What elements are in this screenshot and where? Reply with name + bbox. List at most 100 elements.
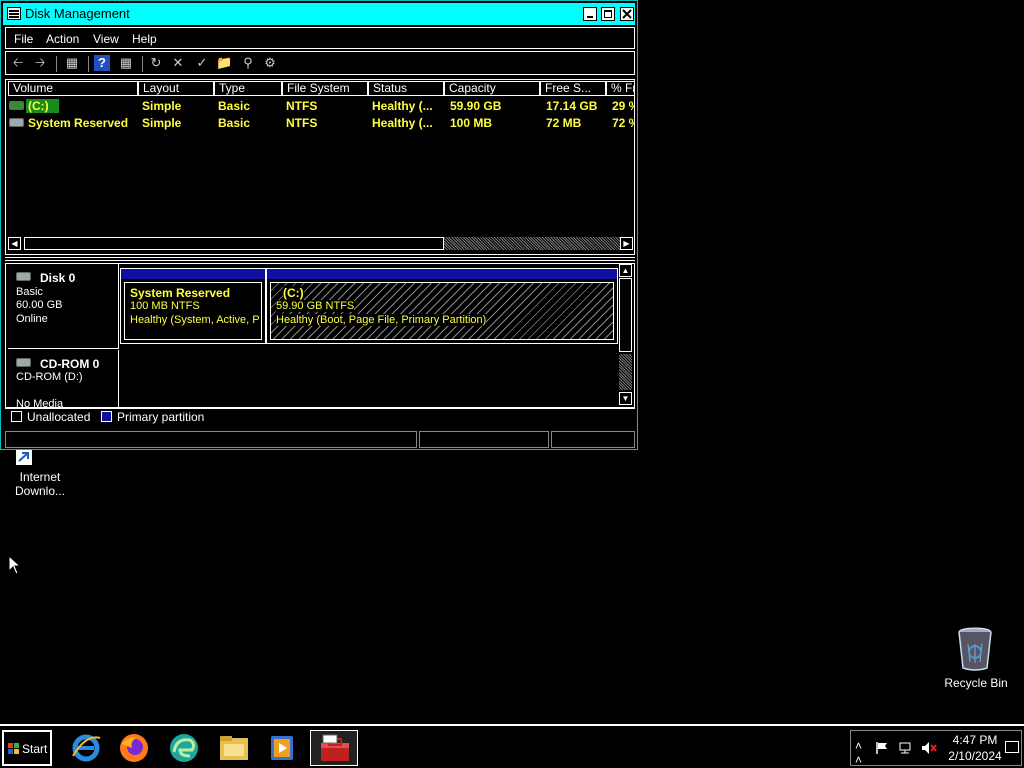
close-icon (622, 9, 632, 19)
horizontal-scrollbar[interactable]: ◀ ▶ (8, 237, 633, 252)
show-hidden-icons-icon[interactable]: ˄ ˄ (855, 739, 862, 767)
scrollbar-track[interactable] (444, 237, 620, 250)
disk-management-icon (321, 734, 349, 761)
partition-status: Healthy (System, Active, Pri (130, 314, 260, 326)
taskbar-app-edge[interactable] (162, 730, 206, 766)
scrollbar-track[interactable] (619, 354, 632, 390)
internet-explorer-icon (72, 734, 101, 762)
scroll-left-button[interactable]: ◀ (8, 237, 21, 250)
partition-type-bar (121, 269, 265, 279)
mouse-cursor-icon (8, 555, 22, 575)
show-desktop-icon[interactable] (1005, 741, 1019, 753)
minimize-button[interactable] (583, 7, 597, 21)
cell-percent-free: 72 % (612, 116, 634, 130)
taskbar-app-internet-explorer[interactable] (64, 730, 108, 766)
column-header-file-system[interactable]: File System (282, 81, 368, 96)
delete-icon[interactable]: ✕ (170, 55, 186, 71)
start-button[interactable]: Start (2, 730, 52, 766)
taskbar-app-file-explorer[interactable] (212, 730, 256, 766)
column-header-free-space[interactable]: Free S... (540, 81, 606, 96)
scroll-down-button[interactable]: ▼ (619, 392, 632, 405)
properties-icon[interactable]: ▦ (118, 55, 134, 71)
taskbar: Start ˄ ˄ 4:47 PM 2/10/2024 (0, 724, 1024, 768)
menu-help[interactable]: Help (132, 32, 157, 46)
toolbar-separator (88, 56, 89, 72)
desktop-icon-recycle-bin[interactable]: Recycle Bin (940, 626, 1012, 690)
system-tray: ˄ ˄ 4:47 PM 2/10/2024 (850, 730, 1022, 767)
vertical-scrollbar[interactable]: ▲ ▼ (618, 264, 633, 408)
desktop-icon-internet-download[interactable]: Internet Downlo... (12, 450, 68, 498)
cell-status: Healthy (... (372, 99, 433, 113)
cell-free-space: 17.14 GB (546, 99, 598, 113)
title-bar[interactable]: Disk Management (3, 3, 635, 25)
partition-type-bar (267, 269, 617, 279)
table-row[interactable]: (C:) Simple Basic NTFS Healthy (... 59.9… (6, 98, 634, 115)
disk-name: Disk 0 (40, 271, 76, 285)
maximize-button[interactable] (601, 7, 615, 21)
legend-primary-label: Primary partition (117, 410, 205, 424)
taskbar-app-media-player[interactable] (260, 730, 304, 766)
clock-time[interactable]: 4:47 PM (947, 733, 1003, 747)
column-header-layout[interactable]: Layout (138, 81, 214, 96)
partition-title: System Reserved (130, 286, 231, 300)
cell-percent-free: 29 % (612, 99, 634, 113)
pane-splitter[interactable] (5, 257, 635, 261)
network-icon[interactable] (897, 741, 913, 755)
disk-view: Disk 0 Basic 60.00 GB Online System Rese… (5, 263, 635, 409)
search-icon[interactable]: ⚲ (240, 55, 256, 71)
firefox-icon (120, 734, 148, 762)
refresh-icon[interactable]: ↻ (148, 55, 164, 71)
volume-muted-icon[interactable] (921, 741, 937, 755)
cdrom-0-label[interactable]: CD-ROM 0 CD-ROM (D:) No Media (8, 350, 119, 408)
media-player-icon (271, 736, 293, 760)
taskbar-app-firefox[interactable] (112, 730, 156, 766)
column-header-status[interactable]: Status (368, 81, 444, 96)
disk-state: Online (16, 313, 48, 325)
cell-status: Healthy (... (372, 116, 433, 130)
scrollbar-thumb[interactable] (619, 278, 632, 352)
column-header-capacity[interactable]: Capacity (444, 81, 540, 96)
show-hide-console-tree-icon[interactable]: ▦ (64, 55, 80, 71)
cell-type: Basic (218, 116, 251, 130)
close-button[interactable] (620, 7, 634, 21)
taskbar-app-disk-management-active[interactable] (310, 730, 358, 766)
menu-view[interactable]: View (93, 32, 119, 46)
cell-free-space: 72 MB (546, 116, 582, 130)
partition-status: Healthy (Boot, Page File, Primary Partit… (276, 314, 487, 326)
menu-file[interactable]: File (14, 32, 33, 46)
desktop-icon-label: Recycle Bin (944, 676, 1008, 690)
cell-layout: Simple (142, 99, 182, 113)
clock-date[interactable]: 2/10/2024 (943, 749, 1007, 763)
toolbar-separator (142, 56, 143, 72)
toolbar: 🡠 🡢 ▦ ? ▦ ↻ ✕ ✓ 📁 ⚲ ⚙ (5, 51, 635, 75)
open-folder-icon[interactable]: 📁 (216, 55, 232, 71)
scroll-right-button[interactable]: ▶ (620, 237, 633, 250)
action-center-flag-icon[interactable] (875, 741, 889, 755)
cell-layout: Simple (142, 116, 182, 130)
scroll-up-button[interactable]: ▲ (619, 264, 632, 277)
legend-unallocated-label: Unallocated (27, 410, 91, 424)
settings-icon[interactable]: ⚙ (262, 55, 278, 71)
cell-capacity: 59.90 GB (450, 99, 502, 113)
back-icon[interactable]: 🡠 (10, 55, 26, 71)
menu-action[interactable]: Action (46, 32, 79, 46)
table-row[interactable]: System Reserved Simple Basic NTFS Health… (6, 115, 634, 132)
column-header-volume[interactable]: Volume (8, 81, 138, 96)
volume-list: Volume Layout Type File System Status Ca… (5, 79, 635, 255)
disk-management-window: Disk Management File Action View Help 🡠 … (0, 0, 638, 450)
partition-system-reserved[interactable]: System Reserved 100 MB NTFS Healthy (Sys… (120, 268, 266, 344)
column-header-percent-free[interactable]: % Fr (606, 81, 634, 96)
check-icon[interactable]: ✓ (194, 55, 210, 71)
scrollbar-thumb[interactable] (24, 237, 444, 250)
menu-bar: File Action View Help (5, 27, 635, 49)
legend-unallocated-swatch (11, 411, 22, 422)
help-icon[interactable]: ? (94, 55, 110, 71)
drive-icon (9, 101, 24, 110)
column-header-type[interactable]: Type (214, 81, 282, 96)
partition-body: System Reserved 100 MB NTFS Healthy (Sys… (124, 282, 262, 340)
disk-0-label[interactable]: Disk 0 Basic 60.00 GB Online (8, 264, 119, 349)
partition-c[interactable]: (C:) 59.90 GB NTFS Healthy (Boot, Page F… (266, 268, 618, 344)
status-panel (5, 431, 417, 448)
edge-icon (170, 734, 198, 762)
forward-icon[interactable]: 🡢 (32, 55, 48, 71)
